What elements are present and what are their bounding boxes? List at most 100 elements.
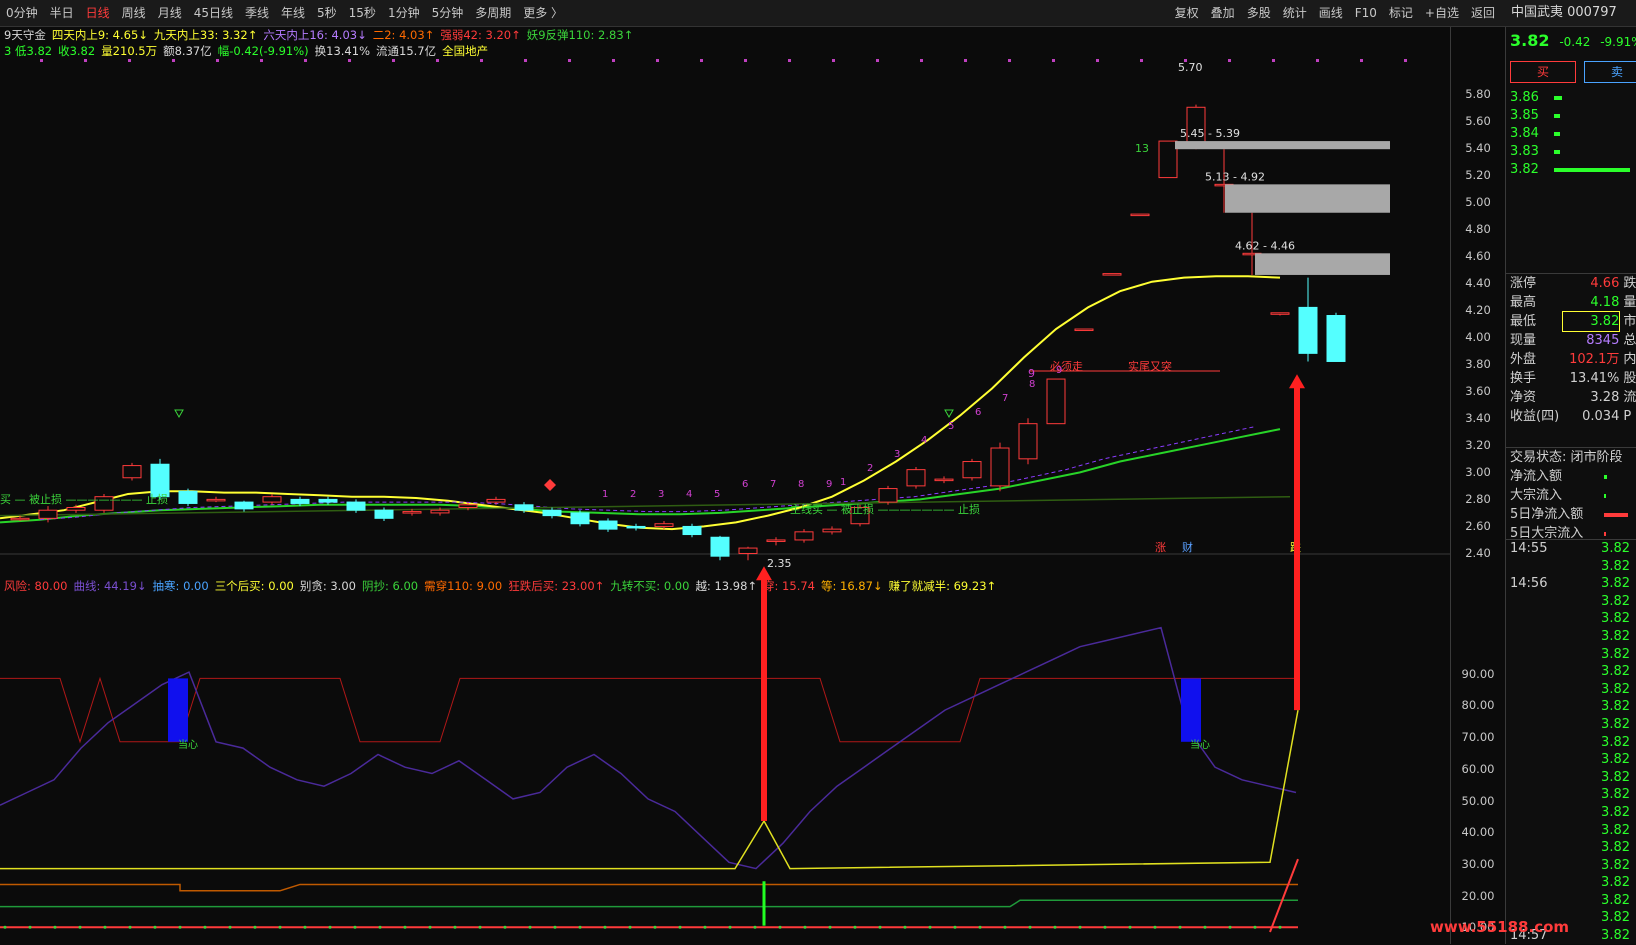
price-axis-tick: 4.80 <box>1465 221 1491 236</box>
stat-extra: 总 <box>1623 333 1636 348</box>
stat-extra: 市 <box>1623 314 1636 329</box>
order-book-row: 3.85 <box>1510 107 1636 125</box>
period-tab[interactable]: 1分钟 <box>382 0 426 26</box>
base-dot <box>803 925 807 929</box>
stat-key: 最低 <box>1510 314 1537 329</box>
price-axis-tick: 4.60 <box>1465 249 1491 263</box>
tool-button[interactable]: 返回 <box>1465 0 1501 26</box>
period-tabs: 0分钟 半日 日线 周线 月线 45日线 季线 年线 5秒 15秒 1分钟 5分钟 多周期 更多 〉 <box>0 0 569 26</box>
tick-list[interactable]: 14:55 3.82 3.82 14:56 3.82 3.82 3.82 3.82 3.82 3.… <box>1506 539 1636 945</box>
candle <box>1018 423 1038 460</box>
tick-price: 3.82 <box>1601 875 1630 891</box>
resistance-zone <box>1225 184 1390 213</box>
tick-time <box>1510 734 1580 752</box>
count-label-left: 2 <box>630 489 636 500</box>
price-chart[interactable]: 5.45 - 5.39 5.13 - 4.92 4.62 - 4.46 5.70 2.3… <box>0 27 1450 944</box>
stat-row: 外盘 102.1万内 <box>1506 350 1636 369</box>
buy-button[interactable]: 买 <box>1510 61 1576 83</box>
period-tab[interactable]: 日线 <box>80 0 116 26</box>
tick-time <box>1510 892 1580 910</box>
flow-bar <box>1604 531 1606 536</box>
period-tab[interactable]: 15秒 <box>343 0 382 26</box>
tool-button[interactable]: 统计 <box>1277 0 1313 26</box>
zone-label: 4.62 - 4.46 <box>1235 239 1295 252</box>
candle <box>458 504 478 509</box>
period-tab[interactable]: 周线 <box>116 0 152 26</box>
tick-row: 3.82 <box>1506 839 1636 857</box>
current-price: 3.82 <box>1510 31 1550 50</box>
period-tab[interactable]: 月线 <box>152 0 188 26</box>
order-book-row: 3.86 <box>1510 89 1636 107</box>
order-book-volume-bar <box>1554 132 1560 136</box>
sell-button[interactable]: 卖 <box>1584 61 1636 83</box>
marker-dot <box>480 59 483 62</box>
period-tab[interactable]: 更多 〉 <box>517 0 569 26</box>
stat-key: 换手 <box>1510 371 1537 386</box>
base-dot <box>653 925 657 929</box>
period-tab[interactable]: 5秒 <box>311 0 343 26</box>
tool-button[interactable]: 画线 <box>1313 0 1349 26</box>
period-tab[interactable]: 多周期 <box>469 0 517 26</box>
count-label-left: 6 <box>742 479 748 490</box>
base-dot <box>53 925 57 929</box>
ma-green-line <box>0 428 1281 524</box>
candle <box>430 509 450 514</box>
count-label-left: 1 <box>602 489 608 500</box>
candle <box>486 498 506 503</box>
tick-time <box>1510 593 1580 611</box>
base-dot <box>553 925 557 929</box>
red-arrow-icon <box>756 566 772 822</box>
marker-dot <box>392 59 395 62</box>
tick-time <box>1510 751 1580 769</box>
marker-dot <box>1360 59 1363 62</box>
candle <box>738 547 758 554</box>
down-arrow-icon <box>174 409 184 419</box>
candle <box>206 498 226 502</box>
base-dot <box>603 925 607 929</box>
stat-row: 换手 13.41% 股 <box>1506 369 1636 388</box>
base-dot <box>78 925 82 929</box>
candle <box>598 520 618 530</box>
tick-time <box>1510 663 1580 681</box>
stat-value: 102.1万 <box>1569 352 1620 367</box>
period-tab[interactable]: 0分钟 <box>0 0 44 26</box>
warning-block <box>168 678 188 742</box>
tick-price: 3.82 <box>1601 699 1630 715</box>
period-tab[interactable]: 5分钟 <box>426 0 470 26</box>
order-book-volume-bar <box>1554 150 1560 154</box>
stat-key: 净资 <box>1510 390 1537 405</box>
tool-button[interactable]: 多股 <box>1241 0 1277 26</box>
tool-button[interactable]: 叠加 <box>1205 0 1241 26</box>
period-tab[interactable]: 年线 <box>275 0 311 26</box>
base-dot <box>628 925 632 929</box>
base-dot <box>178 925 182 929</box>
warning-block <box>1181 678 1201 742</box>
tool-button[interactable]: 标记 <box>1383 0 1419 26</box>
base-dot <box>428 925 432 929</box>
period-tab[interactable]: 半日 <box>44 0 80 26</box>
marker-dot <box>436 59 439 62</box>
candle <box>1326 315 1346 362</box>
base-dot <box>778 925 782 929</box>
tick-row: 3.82 <box>1506 610 1636 628</box>
base-dot <box>728 925 732 929</box>
period-tab[interactable]: 45日线 <box>188 0 239 26</box>
stat-value: 4.18 <box>1590 295 1620 310</box>
tool-button[interactable]: +自选 <box>1419 0 1465 26</box>
marker-dot <box>40 59 43 62</box>
base-dot <box>1003 925 1007 929</box>
flow-key: 5日净流入额 <box>1510 507 1584 522</box>
indicator-axis-tick: 70.00 <box>1461 730 1495 745</box>
order-book-volume-bar <box>1554 96 1562 100</box>
candle <box>290 498 310 504</box>
period-tab[interactable]: 季线 <box>239 0 275 26</box>
price-axis-tick: 5.80 <box>1465 86 1491 101</box>
tick-time <box>1510 822 1580 840</box>
tool-button[interactable]: F10 <box>1349 0 1383 26</box>
order-book-price: 3.84 <box>1510 126 1539 141</box>
stat-row: 收益(四) 0.034 P <box>1506 407 1636 426</box>
candle <box>1130 213 1150 217</box>
tick-time <box>1510 857 1580 875</box>
tool-button[interactable]: 复权 <box>1169 0 1205 26</box>
tick-price: 3.82 <box>1601 628 1630 644</box>
